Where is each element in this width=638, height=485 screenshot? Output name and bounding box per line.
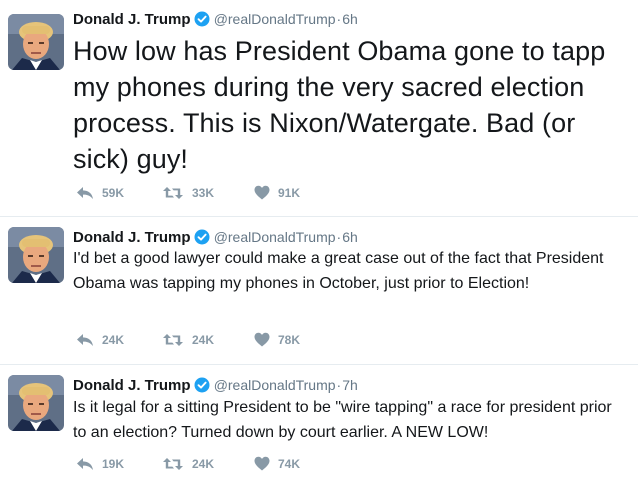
avatar-image [8,375,64,431]
retweet-icon [163,334,183,346]
retweet-button[interactable]: 24K [162,332,214,348]
tweet-header: Donald J. Trump @realDonaldTrump·6h [73,10,358,32]
timestamp[interactable]: 7h [342,377,358,393]
reply-count: 59K [102,186,125,200]
separator: · [336,229,342,245]
retweet-icon [163,458,183,470]
like-count: 91K [278,185,301,200]
timestamp[interactable]: 6h [342,229,358,245]
retweet-button[interactable]: 33K [162,185,214,201]
author-handle[interactable]: @realDonaldTrump [214,229,336,245]
like-button[interactable]: 91K [254,185,300,200]
retweet-button[interactable]: 24K [162,456,214,472]
avatar[interactable] [8,14,64,70]
verified-icon [194,11,210,32]
tweet[interactable]: Donald J. Trump @realDonaldTrump·7h Is i… [0,365,638,485]
reply-count: 19K [102,457,125,471]
avatar-image [8,14,64,70]
heart-icon [254,185,270,200]
retweet-count: 24K [192,333,215,347]
timestamp[interactable]: 6h [342,11,358,27]
like-button[interactable]: 74K [254,456,300,471]
avatar[interactable] [8,227,64,283]
tweet[interactable]: Donald J. Trump @realDonaldTrump·6h I'd … [0,217,638,363]
heart-icon [254,456,270,471]
tweet-text: Is it legal for a sitting President to b… [73,399,612,441]
author-name[interactable]: Donald J. Trump [73,229,191,246]
tweet-text: How low has President Obama gone to tapp… [73,36,606,174]
reply-button[interactable]: 24K [76,332,124,348]
tweet-text: I'd bet a good lawyer could make a great… [73,250,604,292]
like-count: 74K [278,456,301,471]
author-name[interactable]: Donald J. Trump [73,11,191,28]
reply-button[interactable]: 59K [76,185,124,201]
reply-icon [77,458,93,470]
reply-count: 24K [102,333,125,347]
retweet-icon [163,187,183,199]
like-button[interactable]: 78K [254,332,300,347]
author-handle[interactable]: @realDonaldTrump [214,377,336,393]
retweet-count: 24K [192,457,215,471]
tweet[interactable]: Donald J. Trump @realDonaldTrump·6h How … [0,0,638,216]
author-handle[interactable]: @realDonaldTrump [214,11,336,27]
retweet-count: 33K [192,186,215,200]
separator: · [336,377,342,393]
like-count: 78K [278,332,301,347]
avatar-image [8,227,64,283]
reply-icon [77,187,93,199]
reply-button[interactable]: 19K [76,456,124,472]
heart-icon [254,332,270,347]
reply-icon [77,334,93,346]
separator: · [336,11,342,27]
avatar[interactable] [8,375,64,431]
author-name[interactable]: Donald J. Trump [73,377,191,394]
